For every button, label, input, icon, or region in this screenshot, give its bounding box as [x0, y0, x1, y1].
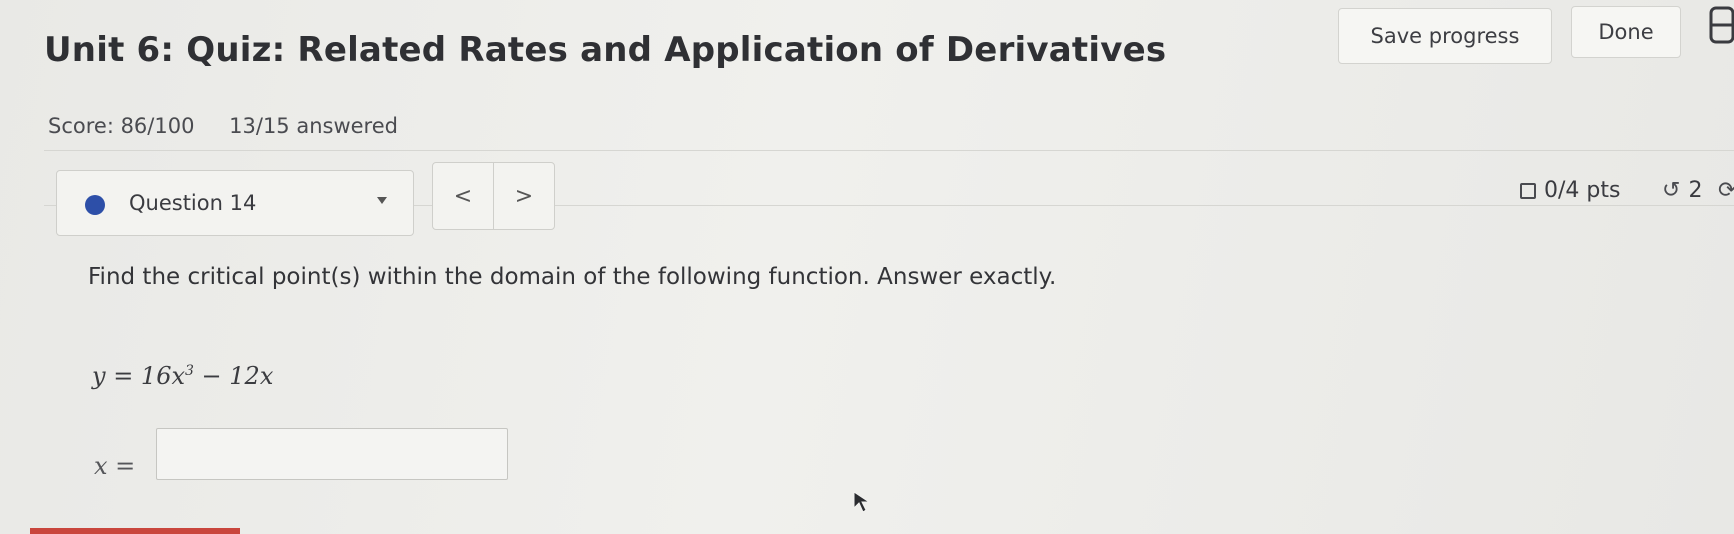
mouse-pointer-icon [853, 491, 871, 513]
retry-indicator[interactable]: ↺ 2 [1662, 178, 1702, 203]
question-select-label: Question 14 [129, 191, 257, 215]
more-icon[interactable]: ⟳ [1718, 178, 1734, 203]
page-title: Unit 6: Quiz: Related Rates and Applicat… [44, 30, 1167, 70]
question-status-dot [85, 195, 105, 215]
equation-tail: − 12x [193, 362, 274, 390]
book-icon[interactable] [1705, 4, 1734, 44]
progress-marker [30, 528, 240, 534]
header-divider [44, 150, 1734, 151]
points-text: 0/4 pts [1544, 178, 1621, 203]
equation-main: y = 16x [92, 362, 185, 390]
score-text: Score: 86/100 [48, 114, 195, 138]
points-indicator: 0/4 pts [1520, 178, 1620, 203]
done-button[interactable]: Done [1571, 6, 1681, 58]
retry-count: 2 [1688, 178, 1703, 203]
checkbox-icon [1520, 182, 1536, 199]
caret-down-icon [377, 197, 387, 204]
question-select[interactable]: Question 14 [56, 170, 414, 236]
question-prompt: Find the critical point(s) within the do… [88, 264, 1057, 290]
save-progress-button[interactable]: Save progress [1338, 8, 1552, 64]
answer-input[interactable] [156, 428, 508, 480]
quiz-page: Unit 6: Quiz: Related Rates and Applicat… [0, 0, 1734, 534]
function-equation: y = 16x3 − 12x [92, 362, 273, 390]
score-line: Score: 86/100 13/15 answered [48, 114, 426, 138]
previous-question-button[interactable]: < [432, 162, 494, 230]
retry-icon: ↺ [1662, 178, 1681, 203]
equation-exponent: 3 [185, 363, 194, 379]
next-question-button[interactable]: > [493, 162, 555, 230]
answer-label: x = [94, 452, 136, 480]
answered-count: 13/15 answered [229, 114, 398, 138]
